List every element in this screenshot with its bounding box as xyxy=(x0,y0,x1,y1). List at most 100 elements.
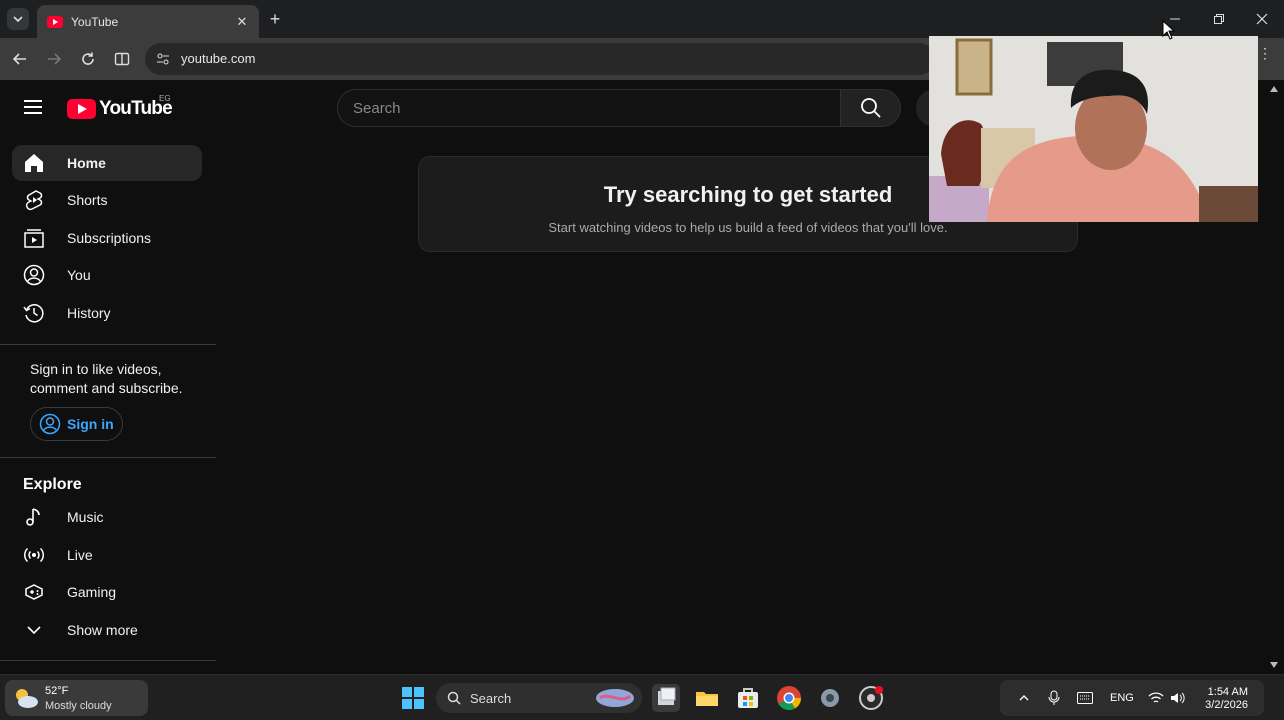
sidebar-item-live[interactable]: Live xyxy=(12,537,202,573)
weather-widget[interactable]: 52°F Mostly cloudy xyxy=(5,680,148,716)
split-view-button[interactable] xyxy=(111,48,133,70)
sidebar-item-shorts[interactable]: Shorts xyxy=(12,182,202,218)
sidebar-item-label: Show more xyxy=(67,622,138,638)
sidebar-item-label: History xyxy=(67,305,111,321)
start-button[interactable] xyxy=(399,684,427,712)
arrow-left-icon xyxy=(12,53,26,65)
search-icon xyxy=(860,98,881,118)
cloudy-weather-icon xyxy=(16,689,38,708)
forward-button[interactable] xyxy=(43,48,65,70)
gaming-icon xyxy=(22,580,46,604)
reload-button[interactable] xyxy=(77,48,99,70)
history-icon xyxy=(22,301,46,325)
weather-description: Mostly cloudy xyxy=(45,700,112,712)
tab-close-icon[interactable]: ✕ xyxy=(233,13,251,31)
music-icon xyxy=(22,505,46,529)
youtube-favicon-icon xyxy=(47,15,63,28)
menu-icon[interactable] xyxy=(24,100,42,114)
split-view-icon xyxy=(114,52,130,66)
search-placeholder: Search xyxy=(353,100,401,117)
user-icon xyxy=(22,263,46,287)
chevron-down-icon xyxy=(13,16,23,23)
weather-temperature: 52°F xyxy=(45,685,69,697)
webcam-overlay xyxy=(929,36,1258,222)
sidebar-item-history[interactable]: History xyxy=(12,295,202,331)
sidebar-item-home[interactable]: Home xyxy=(12,145,202,181)
address-bar[interactable]: youtube.com xyxy=(145,43,935,75)
account-icon xyxy=(39,413,61,435)
sidebar-item-label: Subscriptions xyxy=(67,230,152,246)
tab-title: YouTube xyxy=(71,14,119,29)
browser-tab-bar: YouTube ✕ + xyxy=(0,0,1284,38)
browser-menu-button[interactable]: ⋮ xyxy=(1258,46,1272,68)
sidebar-item-you[interactable]: You xyxy=(12,257,202,293)
back-button[interactable] xyxy=(9,48,31,70)
record-icon xyxy=(859,686,883,710)
store-button[interactable] xyxy=(734,684,762,712)
file-explorer-button[interactable] xyxy=(693,684,721,712)
shorts-icon xyxy=(22,188,46,212)
sidebar-item-label: You xyxy=(67,267,91,283)
sidebar-item-label: Gaming xyxy=(67,584,117,600)
settings-taskbar-button[interactable] xyxy=(816,684,844,712)
sidebar-divider xyxy=(0,344,216,345)
signin-label: Sign in xyxy=(67,416,114,432)
sidebar-item-label: Music xyxy=(67,509,104,525)
country-code: EG xyxy=(159,94,171,103)
mouse-cursor-icon xyxy=(1162,20,1176,40)
task-view-button[interactable] xyxy=(652,684,680,712)
explore-heading: Explore xyxy=(23,476,82,493)
keyboard-icon[interactable] xyxy=(1077,692,1093,704)
search-input[interactable]: Search xyxy=(337,89,841,127)
scrollbar-up-arrow[interactable] xyxy=(1270,86,1278,92)
search-button[interactable] xyxy=(841,89,901,127)
windows-taskbar: 52°F Mostly cloudy Search ENG 1:54 AM 3/… xyxy=(0,674,1284,720)
chrome-taskbar-button[interactable] xyxy=(775,684,803,712)
search-highlight-icon xyxy=(596,689,634,707)
subscriptions-icon xyxy=(22,226,46,250)
taskbar-search[interactable]: Search xyxy=(436,683,642,713)
signin-button[interactable]: Sign in xyxy=(30,407,123,441)
sidebar-item-gaming[interactable]: Gaming xyxy=(12,574,202,610)
sidebar-show-more[interactable]: Show more xyxy=(12,612,202,648)
signin-prompt: Sign in to like videos, comment and subs… xyxy=(30,361,183,396)
sidebar-item-label: Shorts xyxy=(67,192,108,208)
recorder-taskbar-button[interactable] xyxy=(857,684,885,712)
site-settings-icon[interactable] xyxy=(156,52,170,66)
sidebar-item-subscriptions[interactable]: Subscriptions xyxy=(12,220,202,256)
clock[interactable]: 1:54 AM 3/2/2026 xyxy=(1196,686,1248,712)
youtube-play-icon xyxy=(67,99,96,119)
clock-time: 1:54 AM xyxy=(1207,686,1248,698)
chevron-down-icon xyxy=(22,618,46,642)
volume-icon[interactable] xyxy=(1170,691,1186,705)
search-icon xyxy=(447,691,461,705)
live-icon xyxy=(22,543,46,567)
chevron-up-icon[interactable] xyxy=(1018,692,1030,704)
sidebar-item-music[interactable]: Music xyxy=(12,499,202,535)
microphone-icon[interactable] xyxy=(1048,690,1060,706)
new-tab-button[interactable]: + xyxy=(264,8,286,30)
browser-tab-youtube[interactable]: YouTube ✕ xyxy=(37,5,259,38)
taskbar-search-label: Search xyxy=(470,691,512,706)
url-text: youtube.com xyxy=(181,51,256,66)
windows-icon xyxy=(402,687,424,709)
folder-icon xyxy=(696,692,718,706)
home-icon xyxy=(22,151,46,175)
arrow-right-icon xyxy=(48,53,62,65)
gear-icon xyxy=(821,689,839,707)
sidebar-item-label: Home xyxy=(67,155,106,171)
reload-icon xyxy=(82,52,94,65)
store-icon xyxy=(738,688,758,708)
scrollbar-down-arrow[interactable] xyxy=(1270,662,1278,668)
restore-button[interactable] xyxy=(1197,0,1241,38)
tab-search-button[interactable] xyxy=(7,8,29,30)
chrome-icon xyxy=(777,686,801,711)
youtube-logo[interactable]: YouTube EG xyxy=(67,94,173,120)
close-window-button[interactable] xyxy=(1240,0,1284,38)
task-view-icon xyxy=(658,687,676,705)
webcam-image xyxy=(929,36,1258,222)
language-indicator[interactable]: ENG xyxy=(1110,692,1134,704)
sidebar-item-label: Live xyxy=(67,547,93,563)
wifi-icon[interactable] xyxy=(1148,691,1164,705)
sidebar-divider xyxy=(0,457,216,458)
